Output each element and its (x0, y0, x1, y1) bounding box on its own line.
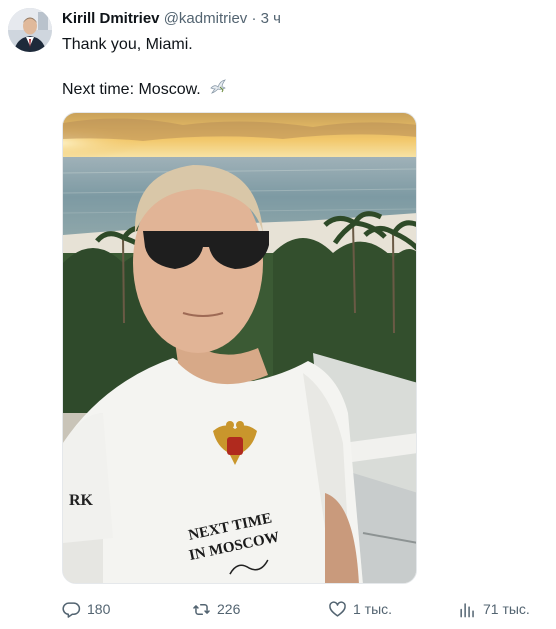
heart-icon (329, 600, 346, 617)
tweet-header: Kirill Dmitriev @kadmitriev · 3 ч (62, 10, 281, 28)
tweet-time[interactable]: 3 ч (261, 10, 281, 27)
retweet-icon (193, 603, 210, 615)
tweet-text-line-2-text: Next time: Moscow. (62, 81, 201, 98)
retweet-button[interactable]: 226 (192, 598, 240, 620)
selfie-photo-image: RK NEXT TIME IN MOSCOW (63, 113, 416, 583)
reply-count: 180 (87, 601, 111, 617)
reply-button[interactable]: 180 (62, 598, 110, 620)
avatar-image (8, 8, 52, 52)
sleeve-text: RK (69, 492, 94, 509)
like-button[interactable]: 1 тыс. (328, 598, 392, 620)
avatar[interactable] (8, 8, 52, 52)
reply-icon (62, 601, 81, 618)
views-button[interactable]: 71 тыс. (458, 598, 530, 620)
views-count: 71 тыс. (483, 601, 530, 617)
retweet-count: 226 (217, 601, 241, 617)
views-icon (460, 602, 474, 617)
tweet-text-line-2: Next time: Moscow. (62, 78, 227, 100)
author-handle[interactable]: @kadmitriev (164, 10, 248, 27)
tweet[interactable]: Kirill Dmitriev @kadmitriev · 3 ч Thank … (0, 0, 556, 629)
tweet-text-line-1: Thank you, Miami. (62, 36, 193, 53)
author-name[interactable]: Kirill Dmitriev (62, 10, 160, 27)
like-count: 1 тыс. (353, 601, 393, 617)
tweet-photo[interactable]: RK NEXT TIME IN MOSCOW (62, 112, 417, 584)
tweet-text: Thank you, Miami. Next time: Moscow. (62, 34, 227, 100)
separator-dot: · (251, 10, 257, 27)
dove-emoji-icon (210, 79, 227, 94)
action-bar: 180 226 1 тыс. 71 тыс. (62, 598, 532, 620)
